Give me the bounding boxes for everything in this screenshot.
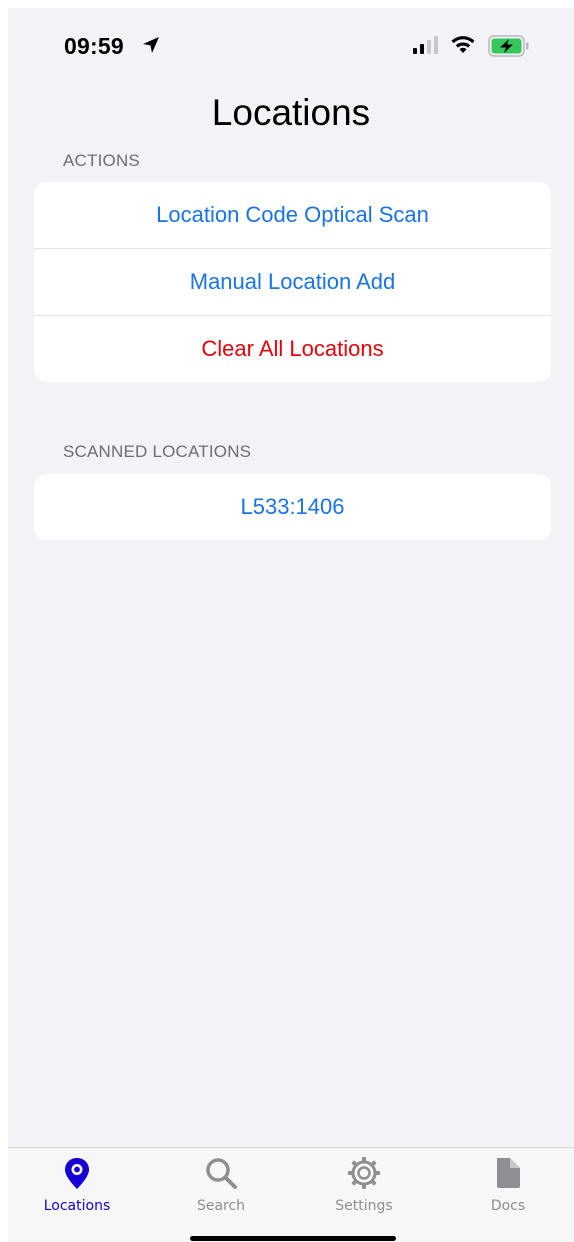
tab-label-locations: Locations: [43, 1198, 111, 1214]
tab-bar: Locations Search Settings Docs: [8, 1147, 574, 1242]
location-arrow-icon: [143, 37, 159, 53]
battery-charging-icon: [488, 35, 529, 57]
section-header-scanned-locations: SCANNED LOCATIONS: [63, 442, 252, 461]
scanned-location-item[interactable]: L533:1406: [34, 474, 551, 540]
page-title: Locations: [211, 92, 371, 133]
tab-label-settings: Settings: [335, 1198, 393, 1214]
actions-card: Location Code Optical Scan Manual Locati…: [34, 182, 551, 382]
tab-locations[interactable]: Locations: [27, 1148, 127, 1218]
tab-docs[interactable]: Docs: [458, 1148, 558, 1218]
section-header-actions: ACTIONS: [63, 151, 140, 170]
status-bar: 09:59: [8, 8, 574, 80]
cellular-signal-icon: [413, 36, 438, 54]
gear-icon: [348, 1157, 380, 1189]
document-icon: [497, 1158, 520, 1188]
clear-all-locations-button[interactable]: Clear All Locations: [34, 315, 551, 382]
home-indicator: [190, 1236, 396, 1241]
map-pin-icon: [65, 1158, 89, 1189]
wifi-icon: [451, 36, 475, 53]
magnifying-glass-icon: [206, 1158, 237, 1189]
app-screen: 09:59 Locations ACTIONS Location Code Op…: [8, 8, 574, 1242]
scanned-locations-card: L533:1406: [34, 474, 551, 540]
manual-location-add-button[interactable]: Manual Location Add: [34, 248, 551, 315]
location-code-optical-scan-button[interactable]: Location Code Optical Scan: [34, 182, 551, 248]
tab-search[interactable]: Search: [171, 1148, 271, 1218]
status-time: 09:59: [64, 33, 124, 59]
tab-label-search: Search: [196, 1198, 246, 1214]
tab-label-docs: Docs: [490, 1198, 526, 1214]
tab-settings[interactable]: Settings: [314, 1148, 414, 1218]
